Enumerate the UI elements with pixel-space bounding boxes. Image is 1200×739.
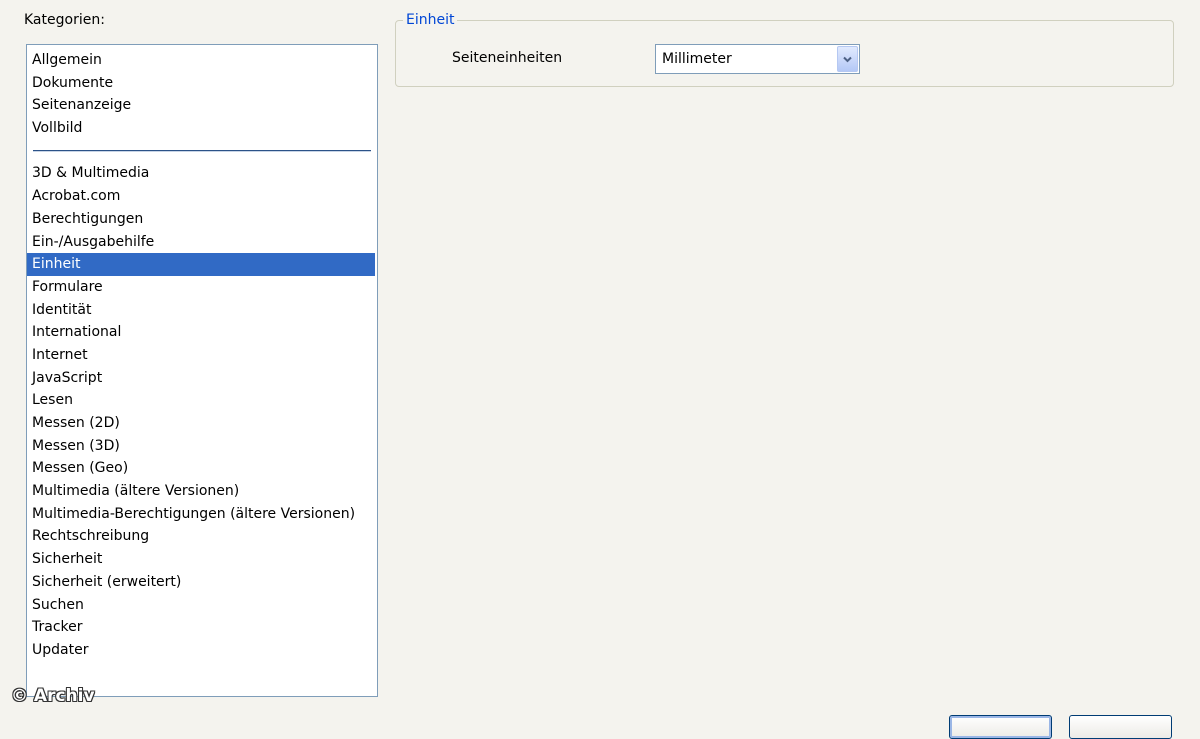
list-item-suchen[interactable]: Suchen: [27, 594, 375, 617]
list-item-berechtigungen[interactable]: Berechtigungen: [27, 208, 375, 231]
list-item-tracker[interactable]: Tracker: [27, 616, 375, 639]
list-item-einheit[interactable]: Einheit: [27, 253, 375, 276]
list-item-lesen[interactable]: Lesen: [27, 389, 375, 412]
ok-button[interactable]: [949, 715, 1052, 739]
list-item-updater[interactable]: Updater: [27, 639, 375, 662]
list-item-multimedia-permissions-legacy[interactable]: Multimedia-Berechtigungen (ältere Versio…: [27, 503, 375, 526]
list-item-messen-3d[interactable]: Messen (3D): [27, 435, 375, 458]
list-item-3d-multimedia[interactable]: 3D & Multimedia: [27, 162, 375, 185]
list-item-sicherheit[interactable]: Sicherheit: [27, 548, 375, 571]
list-item-rechtschreibung[interactable]: Rechtschreibung: [27, 525, 375, 548]
units-group-title: Einheit: [403, 12, 458, 28]
list-item-messen-geo[interactable]: Messen (Geo): [27, 457, 375, 480]
list-item-international[interactable]: International: [27, 321, 375, 344]
list-item-allgemein[interactable]: Allgemein: [27, 49, 375, 72]
page-units-value: Millimeter: [662, 51, 732, 67]
list-item-javascript[interactable]: JavaScript: [27, 367, 375, 390]
list-item-ein-ausgabehilfe[interactable]: Ein-/Ausgabehilfe: [27, 231, 375, 254]
list-item-sicherheit-erweitert[interactable]: Sicherheit (erweitert): [27, 571, 375, 594]
list-item-identitaet[interactable]: Identität: [27, 299, 375, 322]
list-item-seitenanzeige[interactable]: Seitenanzeige: [27, 94, 375, 117]
cancel-button[interactable]: [1069, 715, 1172, 739]
page-units-label: Seiteneinheiten: [452, 50, 563, 66]
list-separator: [27, 140, 377, 163]
categories-list[interactable]: Allgemein Dokumente Seitenanzeige Vollbi…: [26, 44, 378, 697]
list-item-internet[interactable]: Internet: [27, 344, 375, 367]
separator-line: [33, 149, 371, 152]
list-item-formulare[interactable]: Formulare: [27, 276, 375, 299]
watermark: © Archiv: [11, 686, 95, 706]
dropdown-arrow-button[interactable]: [837, 46, 858, 72]
list-item-acrobat-com[interactable]: Acrobat.com: [27, 185, 375, 208]
page-units-select[interactable]: Millimeter: [655, 44, 860, 74]
list-item-dokumente[interactable]: Dokumente: [27, 72, 375, 95]
categories-label: Kategorien:: [24, 12, 105, 28]
list-item-messen-2d[interactable]: Messen (2D): [27, 412, 375, 435]
list-item-vollbild[interactable]: Vollbild: [27, 117, 375, 140]
chevron-down-icon: [843, 56, 852, 63]
list-item-multimedia-legacy[interactable]: Multimedia (ältere Versionen): [27, 480, 375, 503]
